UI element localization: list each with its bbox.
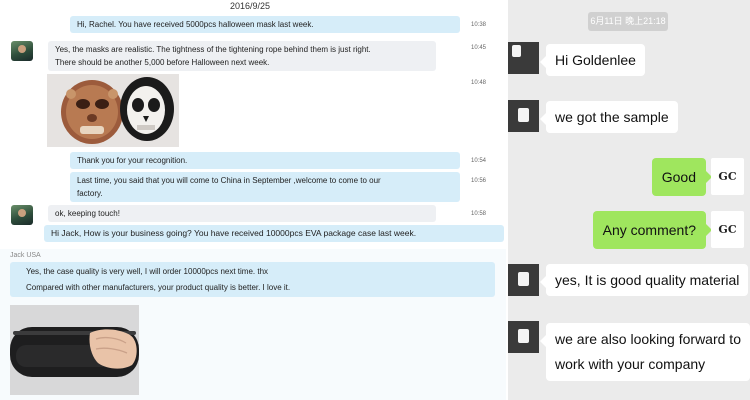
message-text: Thank you for your recognition. bbox=[77, 156, 188, 165]
message-time: 10:54 bbox=[471, 158, 487, 164]
self-avatar[interactable]: GC bbox=[711, 211, 744, 248]
message-time: 10:48 bbox=[471, 80, 487, 86]
message-text: Any comment? bbox=[602, 222, 696, 238]
message-text: Compared with other manufacturers, your … bbox=[26, 283, 291, 292]
desktop-chat-panel: 2016/9/25 Hi, Rachel. You have received … bbox=[0, 0, 506, 400]
message-text: There should be another 5,000 before Hal… bbox=[55, 58, 270, 67]
message-bubble: Thank you for your recognition. bbox=[70, 152, 460, 169]
self-avatar[interactable]: GC bbox=[711, 158, 744, 195]
self-message-bubble: Any comment? bbox=[592, 211, 713, 249]
message-bubble: Last time, you said that you will come t… bbox=[70, 172, 460, 202]
mobile-chat-panel: 6月11日 晚上21:18 Hi Goldenlee we got the sa… bbox=[508, 0, 750, 400]
message-time: 10:58 bbox=[471, 211, 487, 217]
time-badge: 6月11日 晚上21:18 bbox=[588, 12, 668, 31]
message-time: 10:45 bbox=[471, 45, 487, 51]
message-text: Yes, the masks are realistic. The tightn… bbox=[55, 45, 371, 54]
message-text: yes, It is good quality material bbox=[555, 272, 740, 288]
message-time: 10:38 bbox=[471, 22, 487, 28]
self-message-bubble: Good bbox=[651, 158, 713, 196]
message-bubble: we are also looking forward to work with… bbox=[540, 323, 750, 381]
chat-date: 2016/9/25 bbox=[229, 1, 271, 11]
sender-name: Jack USA bbox=[10, 252, 41, 259]
message-text: ok, keeping touch! bbox=[55, 209, 120, 218]
message-time: 10:56 bbox=[471, 178, 487, 184]
message-text: we are also looking forward to bbox=[555, 331, 741, 347]
message-bubble: Hi Goldenlee bbox=[540, 44, 645, 76]
message-text: factory. bbox=[77, 189, 103, 198]
message-bubble: Yes, the masks are realistic. The tightn… bbox=[48, 41, 436, 71]
contact-avatar[interactable] bbox=[11, 205, 33, 225]
message-text: Hi, Rachel. You have received 5000pcs ha… bbox=[77, 20, 314, 29]
message-bubble: we got the sample bbox=[540, 101, 678, 133]
contact-avatar[interactable] bbox=[508, 264, 539, 296]
contact-avatar[interactable] bbox=[508, 321, 539, 353]
message-text: Good bbox=[661, 169, 696, 185]
message-bubble: Yes, the case quality is very well, I wi… bbox=[10, 262, 495, 297]
message-text: we got the sample bbox=[555, 109, 669, 125]
eva-case-image[interactable] bbox=[10, 305, 139, 395]
message-bubble: Hi, Rachel. You have received 5000pcs ha… bbox=[70, 16, 460, 33]
message-bubble: yes, It is good quality material bbox=[539, 264, 749, 296]
contact-avatar[interactable] bbox=[11, 41, 33, 61]
contact-avatar[interactable] bbox=[508, 42, 539, 74]
halloween-masks-image[interactable] bbox=[47, 74, 179, 147]
message-text: Last time, you said that you will come t… bbox=[77, 176, 381, 185]
message-text: Yes, the case quality is very well, I wi… bbox=[26, 267, 269, 276]
message-text: Hi Jack, How is your business going? You… bbox=[51, 228, 417, 238]
message-text: work with your company bbox=[555, 356, 706, 372]
contact-avatar[interactable] bbox=[508, 100, 539, 132]
message-bubble: Hi Jack, How is your business going? You… bbox=[44, 225, 504, 242]
message-text: Hi Goldenlee bbox=[555, 52, 636, 68]
message-bubble: ok, keeping touch! bbox=[48, 205, 436, 222]
